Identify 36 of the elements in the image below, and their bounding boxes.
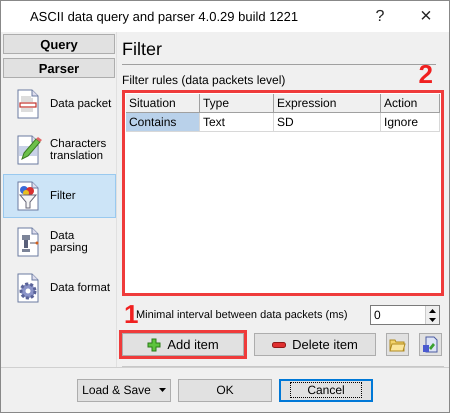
panel-title: Filter xyxy=(122,34,436,65)
sidebar-item[interactable]: Data packet xyxy=(3,82,116,126)
down-arrow-icon[interactable] xyxy=(429,318,436,322)
table-cell[interactable]: Contains xyxy=(126,113,200,132)
interval-label: Minimal interval between data packets (ms) xyxy=(136,309,348,321)
sidebar-item[interactable]: Characters translation xyxy=(3,128,116,172)
section-button[interactable]: Query xyxy=(3,34,115,54)
help-button[interactable]: ? xyxy=(357,8,403,26)
sidebar-item[interactable]: Data parsing xyxy=(3,220,116,264)
table-label: Filter rules (data packets level) xyxy=(122,73,286,87)
up-arrow-icon[interactable] xyxy=(429,308,436,312)
column-header[interactable]: Type xyxy=(200,94,274,113)
column-header[interactable]: Action xyxy=(381,94,440,113)
interval-spinbox[interactable]: 0 xyxy=(370,305,440,325)
section-button[interactable]: Parser xyxy=(3,58,115,78)
menu-button[interactable]: Load & Save xyxy=(77,378,171,402)
window-title: ASCII data query and parser 4.0.29 build 1221 xyxy=(30,9,300,24)
sidebar-item[interactable]: Data format xyxy=(3,266,116,310)
interval-input[interactable]: 0 xyxy=(371,306,425,324)
table-cell[interactable]: Ignore xyxy=(381,113,440,132)
close-button[interactable]: × xyxy=(403,5,449,28)
minus-icon xyxy=(272,342,286,348)
dialog-button[interactable]: OK xyxy=(178,378,272,402)
caret-icon xyxy=(158,388,166,392)
plus-icon xyxy=(147,338,162,352)
column-header[interactable]: Expression xyxy=(274,94,381,113)
callout-number: 1 xyxy=(124,301,138,327)
table-cell[interactable]: SD xyxy=(274,113,381,132)
sidebar-item[interactable]: Filter xyxy=(3,174,116,218)
table-cell[interactable]: Text xyxy=(200,113,274,132)
column-header[interactable]: Situation xyxy=(126,94,200,113)
open-folder-button[interactable] xyxy=(386,333,409,356)
export-button[interactable] xyxy=(419,333,442,356)
dialog-button[interactable]: Cancel xyxy=(279,378,373,402)
delete-item-button[interactable]: Delete item xyxy=(254,333,376,356)
add-item-button[interactable]: Add item xyxy=(122,333,244,356)
